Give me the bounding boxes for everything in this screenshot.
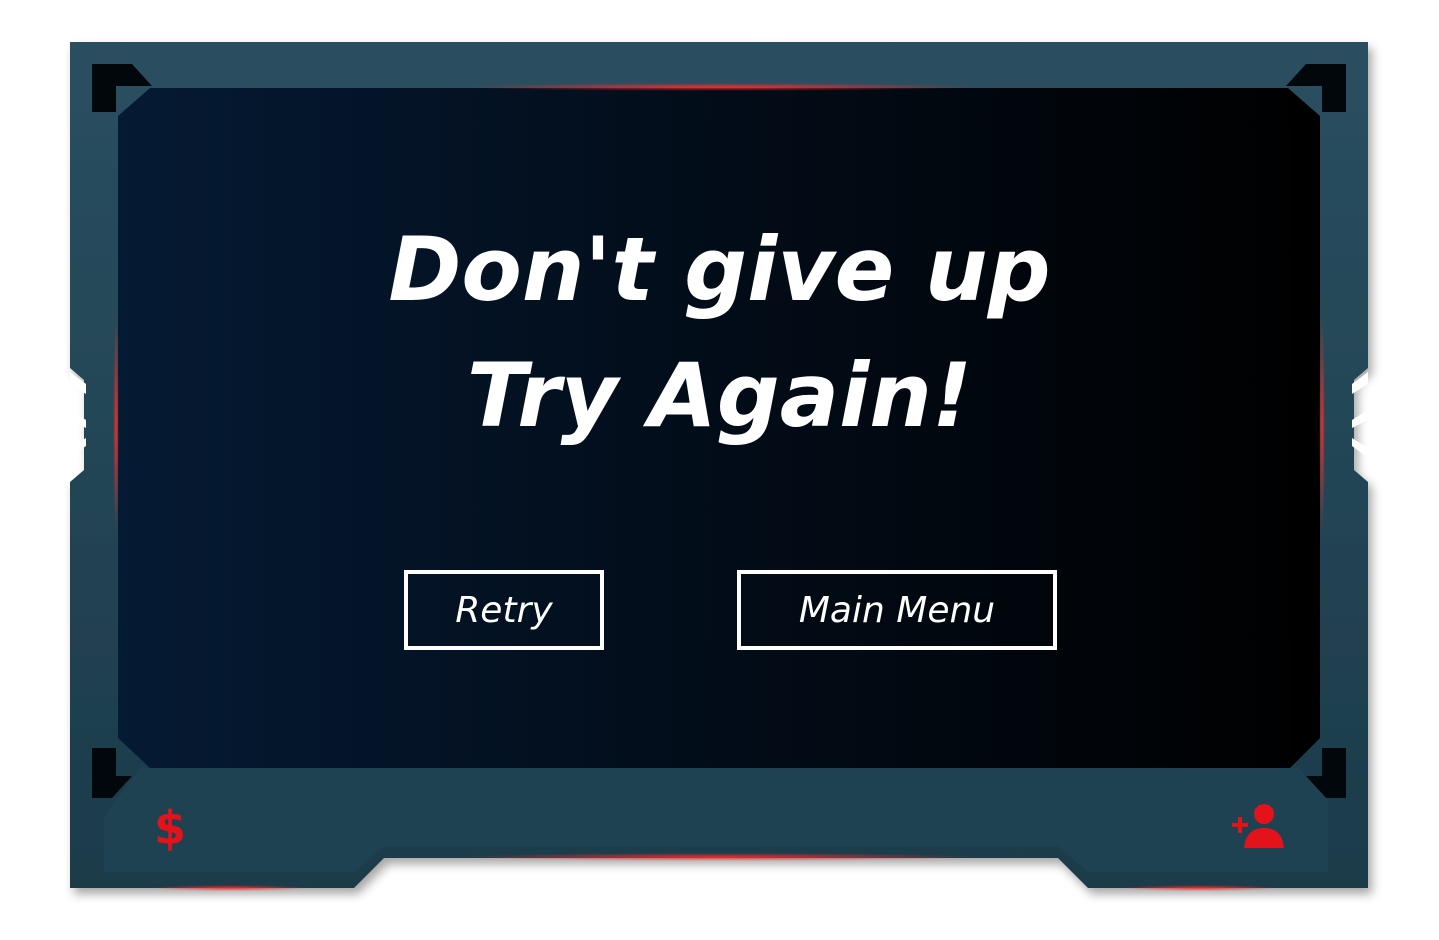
currency-icon[interactable]: $ [150, 800, 190, 856]
add-user-icon[interactable] [1230, 802, 1286, 850]
game-over-screen: Don't give up Try Again! Retry Main Menu… [0, 0, 1439, 940]
hud-frame [70, 42, 1368, 891]
retry-button-label: Retry [455, 589, 553, 631]
main-menu-button-label: Main Menu [798, 589, 996, 631]
retry-button[interactable]: Retry [404, 570, 604, 650]
main-menu-button[interactable]: Main Menu [737, 570, 1057, 650]
headline-line-2: Try Again! [466, 344, 973, 447]
headline-line-1: Don't give up [388, 218, 1051, 321]
